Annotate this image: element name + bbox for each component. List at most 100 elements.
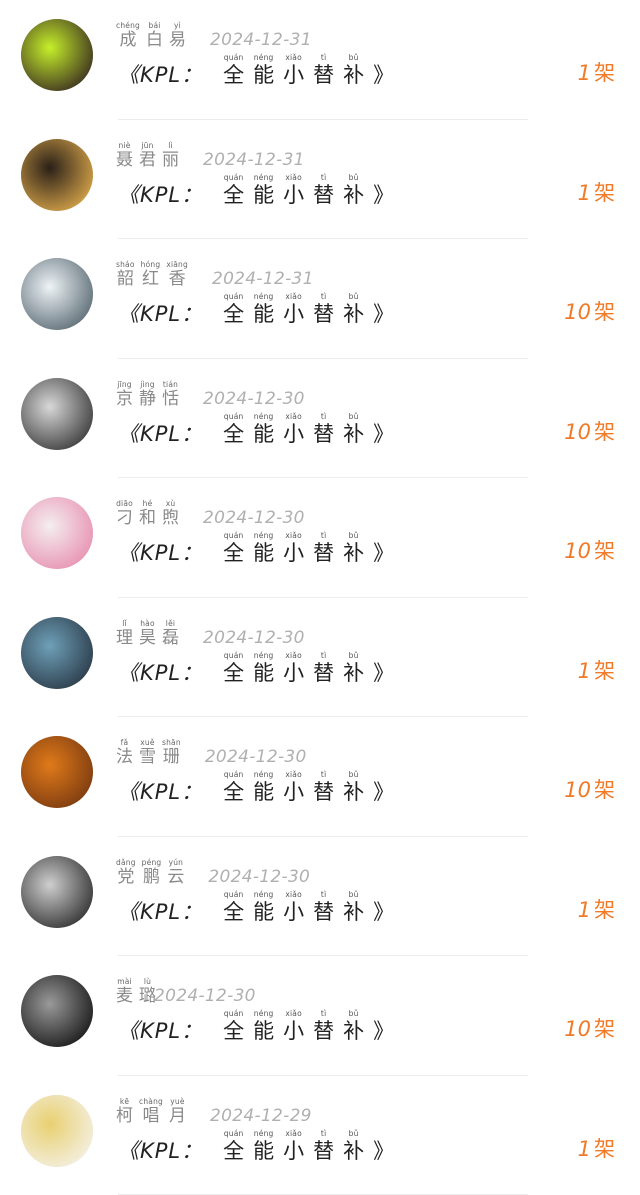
hanzi: 替 [313, 421, 334, 447]
avatar[interactable] [21, 497, 93, 569]
pinyin: bǔ [349, 890, 359, 899]
list-item[interactable]: lǐ理hào昊lěi磊2024-12-30《KPL：quán全néng能xiǎo… [0, 598, 640, 718]
pinyin: quán [224, 412, 244, 421]
avatar[interactable] [21, 1095, 93, 1167]
hanzi: 聂 [116, 150, 133, 170]
hanzi: 替 [313, 301, 334, 327]
hanzi: 补 [343, 182, 364, 208]
pinyin: kē [120, 1097, 129, 1106]
sender-name[interactable]: lǐ理hào昊lěi磊 [116, 619, 185, 648]
count-unit: 架 [594, 898, 615, 922]
title-char: tì替 [313, 1129, 334, 1164]
hanzi: 能 [253, 182, 274, 208]
name-char: kē柯 [116, 1097, 133, 1126]
title-char: tì替 [313, 890, 334, 925]
gift-date: 2024-12-30 [208, 867, 310, 887]
title-prefix: 《KPL： [118, 421, 203, 447]
pinyin: bǔ [349, 531, 359, 540]
hanzi: 补 [343, 1018, 364, 1044]
gift-count: 10架 [564, 538, 615, 564]
gift-count: 10架 [564, 1016, 615, 1042]
hanzi: 能 [253, 779, 274, 805]
title-char: xiǎo小 [283, 890, 304, 925]
pinyin: xiǎo [285, 292, 302, 301]
title-prefix: 《KPL： [118, 540, 203, 566]
hanzi: 麦 [116, 986, 133, 1006]
name-char: péng鹏 [142, 858, 162, 887]
avatar[interactable] [21, 736, 93, 808]
title-char: bǔ补 [343, 651, 364, 686]
name-char: tián恬 [162, 380, 179, 409]
avatar-image [21, 975, 93, 1047]
avatar-image [21, 617, 93, 689]
list-item[interactable]: chéng成bái白yì易2024-12-31《KPL：quán全néng能xi… [0, 0, 640, 120]
pinyin: niè [118, 141, 130, 150]
pinyin: néng [254, 890, 274, 899]
sender-name[interactable]: fǎ法xuě雪shān珊 [116, 738, 187, 767]
title-char: xiǎo小 [283, 412, 304, 447]
title-char: bǔ补 [343, 412, 364, 447]
name-char: lì丽 [162, 141, 179, 170]
hanzi: 补 [343, 899, 364, 925]
pinyin: bǔ [349, 173, 359, 182]
pinyin: fǎ [121, 738, 129, 747]
pinyin: xiǎo [285, 412, 302, 421]
pinyin: quán [224, 531, 244, 540]
title-char: quán全 [223, 531, 244, 566]
pinyin: bǔ [349, 53, 359, 62]
sender-name[interactable]: kē柯chàng唱yuè月 [116, 1097, 192, 1126]
sender-name[interactable]: dǎng党péng鹏yún云 [116, 858, 190, 887]
pinyin: tì [321, 1009, 326, 1018]
avatar[interactable] [21, 378, 93, 450]
list-item[interactable]: niè聂jūn君lì丽2024-12-31《KPL：quán全néng能xiǎo… [0, 120, 640, 240]
title-char: tì替 [313, 292, 334, 327]
name-char: lěi磊 [162, 619, 179, 648]
gift-record-list: chéng成bái白yì易2024-12-31《KPL：quán全néng能xi… [0, 0, 640, 1195]
title-char: quán全 [223, 770, 244, 805]
avatar[interactable] [21, 975, 93, 1047]
avatar-image [21, 856, 93, 928]
gift-title: 《KPL：quán全néng能xiǎo小tì替bǔ补》 [118, 411, 394, 447]
sender-name[interactable]: sháo韶hóng红xiāng香 [116, 260, 194, 289]
hanzi: 能 [253, 1138, 274, 1164]
list-item[interactable]: jīng京jìng静tián恬2024-12-30《KPL：quán全néng能… [0, 359, 640, 479]
hanzi: 小 [283, 779, 304, 805]
pinyin: péng [142, 858, 162, 867]
avatar[interactable] [21, 856, 93, 928]
sender-name[interactable]: diāo刁hé和xù煦 [116, 499, 185, 528]
hanzi: 小 [283, 540, 304, 566]
hanzi: 昊 [139, 628, 156, 648]
name-char: niè聂 [116, 141, 133, 170]
list-item[interactable]: mài麦lù璐2024-12-30《KPL：quán全néng能xiǎo小tì替… [0, 956, 640, 1076]
pinyin: tì [321, 173, 326, 182]
hanzi: 全 [223, 1138, 244, 1164]
sender-name[interactable]: niè聂 jūn君 lì丽 [116, 141, 185, 170]
avatar[interactable] [21, 19, 93, 91]
hanzi: 全 [223, 899, 244, 925]
pinyin: bái [148, 21, 160, 30]
list-item[interactable]: fǎ法xuě雪shān珊2024-12-30《KPL：quán全néng能xiǎ… [0, 717, 640, 837]
pinyin: xiāng [166, 260, 188, 269]
hanzi: 鹏 [143, 867, 160, 887]
count-unit: 架 [594, 420, 615, 444]
pinyin: yuè [170, 1097, 184, 1106]
sender-name[interactable]: chéng成bái白yì易 [116, 21, 192, 50]
pinyin: néng [254, 412, 274, 421]
list-item[interactable]: dǎng党péng鹏yún云2024-12-30《KPL：quán全néng能x… [0, 837, 640, 957]
hanzi: 小 [283, 660, 304, 686]
name-char: fǎ法 [116, 738, 133, 767]
name-char: hé和 [139, 499, 156, 528]
title-char: néng能 [253, 651, 274, 686]
avatar[interactable] [21, 258, 93, 330]
avatar[interactable] [21, 617, 93, 689]
title-char: tì替 [313, 412, 334, 447]
hanzi: 补 [343, 540, 364, 566]
pinyin: bǔ [349, 770, 359, 779]
avatar[interactable] [21, 139, 93, 211]
list-item[interactable]: diāo刁hé和xù煦2024-12-30《KPL：quán全néng能xiǎo… [0, 478, 640, 598]
hanzi: 补 [343, 779, 364, 805]
sender-name[interactable]: jīng京jìng静tián恬 [116, 380, 185, 409]
list-item[interactable]: kē柯chàng唱yuè月2024-12-29《KPL：quán全néng能xi… [0, 1076, 640, 1195]
list-item[interactable]: sháo韶hóng红xiāng香2024-12-31《KPL：quán全néng… [0, 239, 640, 359]
name-char: jūn君 [139, 141, 156, 170]
